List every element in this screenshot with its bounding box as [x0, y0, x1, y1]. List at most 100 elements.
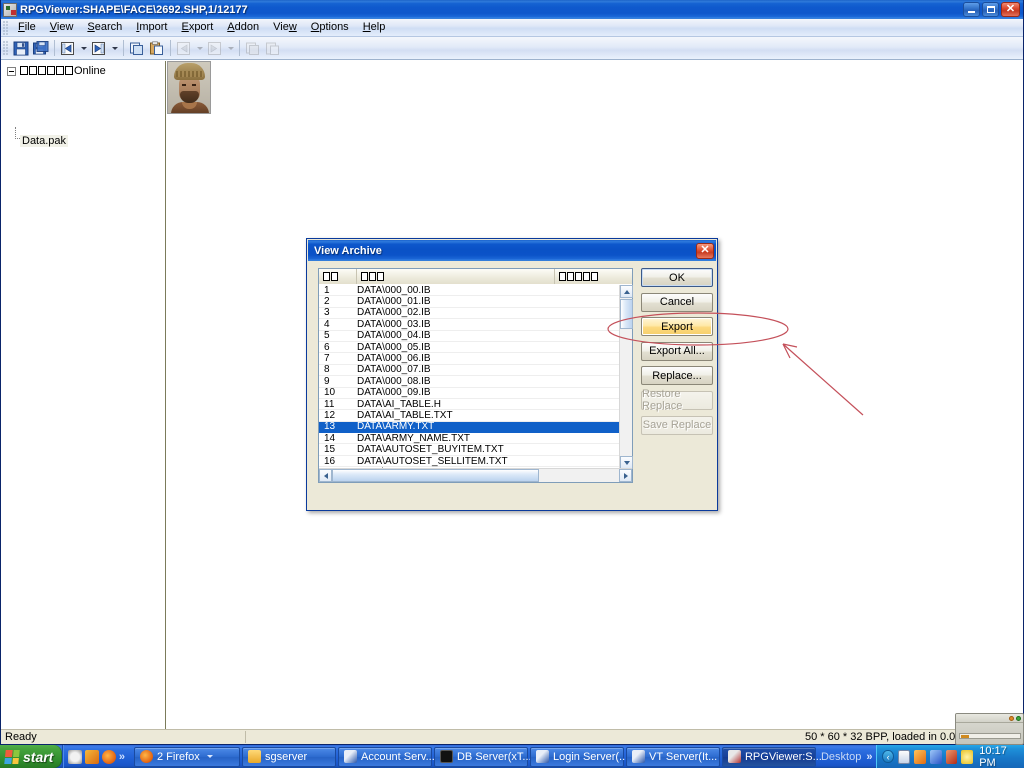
column-header-size[interactable]: [555, 269, 632, 284]
floating-device-widget[interactable]: [955, 713, 1024, 745]
firefox-quick-icon[interactable]: [101, 749, 116, 764]
dialog-body: 1 DATA\000_00.IB 2 DATA\000_01.IB 3 DATA\00…: [307, 261, 719, 512]
task-account-server[interactable]: Account Serv...: [337, 746, 435, 767]
tray-shield-icon[interactable]: [945, 749, 958, 764]
desktop-toolbar-label[interactable]: Desktop: [818, 751, 864, 763]
row-name: DATA\AI_TABLE.H: [357, 398, 441, 410]
archive-tree-pane[interactable]: Online Data.pak: [1, 61, 166, 729]
widget-led-orange-icon: [1009, 715, 1014, 721]
table-row[interactable]: 7 DATA\000_06.IB: [319, 353, 632, 365]
row-name: DATA\000_08.IB: [357, 375, 431, 387]
table-row-selected[interactable]: 13 DATA\ARMY.TXT: [319, 421, 632, 434]
paste-icon[interactable]: [147, 39, 167, 58]
menu-file[interactable]: File: [11, 19, 43, 36]
list-rows-container[interactable]: 1 DATA\000_00.IB 2 DATA\000_01.IB 3 DATA\00…: [319, 285, 632, 469]
task-rpgviewer[interactable]: RPGViewer:S...: [721, 746, 822, 767]
row-name: DATA\000_05.IB: [357, 341, 431, 353]
menu-help[interactable]: Help: [356, 19, 393, 36]
dialog-close-button[interactable]: ✕: [696, 242, 714, 259]
task-group-arrow-icon[interactable]: [206, 755, 213, 758]
import-icon[interactable]: [58, 39, 78, 58]
row-index: 14: [324, 432, 336, 444]
table-row[interactable]: 14 DATA\ARMY_NAME.TXT: [319, 432, 632, 445]
table-row[interactable]: 16 DATA\AUTOSET_SELLITEM.TXT: [319, 456, 632, 468]
dialog-titlebar[interactable]: View Archive ✕: [308, 240, 716, 261]
tree-item-data-pak[interactable]: Data.pak: [20, 135, 69, 147]
tray-expand-chevron[interactable]: ‹: [882, 750, 894, 763]
quick-launch-more-chevron[interactable]: »: [119, 751, 125, 763]
horizontal-scroll-thumb[interactable]: [332, 469, 539, 482]
server-icon: [631, 750, 645, 763]
menu-options[interactable]: Options: [304, 19, 356, 36]
desktop-more-chevron[interactable]: »: [866, 751, 876, 763]
copy-icon[interactable]: [127, 39, 147, 58]
media-player-icon[interactable]: [84, 749, 99, 764]
column-header-index[interactable]: [319, 269, 357, 284]
replace-button[interactable]: Replace...: [641, 366, 713, 386]
table-row[interactable]: 4 DATA\000_03.IB: [319, 318, 632, 331]
row-name: DATA\000_03.IB: [357, 318, 431, 330]
list-horizontal-scrollbar[interactable]: [319, 468, 632, 482]
archive-file-list[interactable]: 1 DATA\000_00.IB 2 DATA\000_01.IB 3 DATA\00…: [318, 268, 633, 483]
toolbar-grip-1[interactable]: [3, 41, 9, 55]
widget-led-green-icon: [1016, 715, 1021, 721]
start-label: start: [23, 748, 54, 765]
table-row[interactable]: 8 DATA\000_07.IB: [319, 364, 632, 377]
task-sgserver[interactable]: sgserver: [241, 746, 336, 767]
table-row[interactable]: 3 DATA\000_02.IB: [319, 307, 632, 320]
minimize-button[interactable]: [963, 2, 980, 17]
menu-search[interactable]: Search: [80, 19, 129, 36]
menu-view[interactable]: View: [43, 19, 81, 36]
close-button[interactable]: ✕: [1001, 2, 1020, 17]
taskbar-clock[interactable]: 10:17 PM: [977, 745, 1019, 768]
row-index: 1: [324, 285, 330, 296]
export-all-button[interactable]: Export All...: [641, 341, 713, 361]
maximize-button[interactable]: [982, 2, 999, 17]
tray-network-icon[interactable]: [929, 749, 942, 764]
task-vt-server[interactable]: VT Server(It...: [625, 746, 720, 767]
server-icon: [535, 750, 549, 763]
table-row[interactable]: 9 DATA\000_08.IB: [319, 375, 632, 388]
export-icon[interactable]: [89, 39, 109, 58]
row-index: 15: [324, 444, 336, 456]
tray-document-icon[interactable]: [897, 749, 910, 764]
tray-star-icon[interactable]: [961, 749, 974, 764]
tree-collapse-icon[interactable]: [7, 66, 16, 76]
menu-import[interactable]: Import: [129, 19, 174, 36]
table-row[interactable]: 1 DATA\000_00.IB: [319, 285, 632, 297]
menu-addon[interactable]: Addon: [220, 19, 266, 36]
task-firefox[interactable]: 2 Firefox: [133, 746, 240, 767]
cancel-button[interactable]: Cancel: [641, 292, 713, 312]
scroll-right-button[interactable]: [619, 469, 632, 482]
export-button[interactable]: Export: [641, 317, 713, 337]
import-dropdown-arrow[interactable]: [78, 39, 89, 58]
table-row[interactable]: 6 DATA\000_05.IB: [319, 341, 632, 354]
export-prev-icon: [205, 39, 225, 58]
task-db-server[interactable]: DB Server(xT...: [433, 746, 532, 767]
show-desktop-icon[interactable]: [67, 749, 82, 764]
scroll-up-button[interactable]: [620, 285, 633, 298]
table-row[interactable]: 12 DATA\AI_TABLE.TXT: [319, 410, 632, 422]
task-firefox-label: 2 Firefox: [156, 750, 200, 763]
row-index: 6: [324, 341, 330, 353]
save-all-icon[interactable]: [31, 39, 51, 58]
list-vertical-scrollbar[interactable]: [619, 285, 633, 469]
menu-view-2[interactable]: View: [266, 19, 304, 36]
menubar-grip[interactable]: [3, 20, 9, 35]
table-row[interactable]: 5 DATA\000_04.IB: [319, 330, 632, 342]
ok-button[interactable]: OK: [641, 268, 713, 287]
table-row[interactable]: 11 DATA\AI_TABLE.H: [319, 398, 632, 411]
tree-root-node[interactable]: Online: [7, 65, 106, 77]
start-button[interactable]: start: [0, 745, 62, 768]
vertical-scroll-thumb[interactable]: [620, 299, 633, 329]
task-login-server[interactable]: Login Server(...: [529, 746, 628, 767]
export-dropdown-arrow[interactable]: [109, 39, 120, 58]
table-row[interactable]: 15 DATA\AUTOSET_BUYITEM.TXT: [319, 444, 632, 456]
table-row[interactable]: 10 DATA\000_09.IB: [319, 387, 632, 399]
column-header-name[interactable]: [357, 269, 555, 284]
scroll-left-button[interactable]: [319, 469, 332, 482]
tray-orange-icon[interactable]: [913, 749, 926, 764]
table-row[interactable]: 2 DATA\000_01.IB: [319, 296, 632, 308]
save-icon[interactable]: [11, 39, 31, 58]
menu-export[interactable]: Export: [174, 19, 220, 36]
